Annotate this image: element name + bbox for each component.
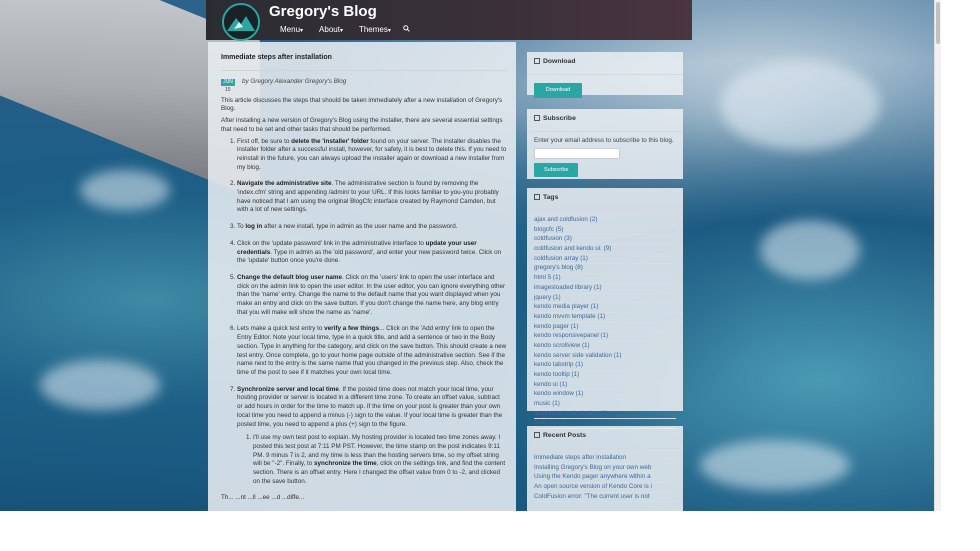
step-emphasis: Change the default blog user name (237, 273, 342, 281)
tag-link[interactable]: kendo scrollview (1) (534, 342, 676, 352)
tag-link[interactable]: gregory's blog (8) (534, 264, 676, 275)
tag-link[interactable]: ajax and coldfusion (2) (534, 216, 676, 226)
step-emphasis: Synchronize server and local time (237, 385, 339, 393)
step-item: Click on the 'update password' link in t… (237, 240, 507, 266)
step-item: First off, be sure to delete the 'instal… (237, 138, 507, 173)
subscribe-button[interactable]: Subscribe (534, 162, 579, 177)
steps-list: First off, be sure to delete the 'instal… (221, 138, 507, 487)
tag-link[interactable]: kendo media player (1) (534, 303, 676, 313)
scrollbar-thumb[interactable] (936, 2, 940, 44)
recent-posts-widget: Recent Posts Immediate steps after insta… (527, 426, 683, 511)
tag-link[interactable]: coldfusion and kendo ui. (9) (534, 245, 676, 255)
tags-widget-title: Tags (543, 194, 559, 201)
caret-down-icon: ▾ (339, 28, 343, 34)
step-text: ... Click on the 'Add entry' link to ope… (237, 325, 507, 376)
nav-about[interactable]: About▾ (311, 25, 351, 39)
trailing-text: Th... ...nt ...ll ...ee ...d ...diffe... (221, 494, 305, 502)
step-emphasis: Navigate the administrative site (237, 180, 332, 188)
tag-link[interactable]: kendo tabstrip (1) (534, 361, 676, 371)
download-button[interactable]: Download (534, 83, 582, 98)
nav-menu-label: Menu (280, 25, 301, 34)
caret-down-icon: ▾ (387, 28, 391, 34)
subscribe-widget: Subscribe Enter your email address to su… (527, 109, 683, 179)
step-item: Lets make a quick test entry to verify a… (237, 325, 507, 377)
subscribe-widget-header: Subscribe (527, 109, 683, 132)
blog-title[interactable]: Gregory's Blog (269, 3, 377, 20)
tag-link[interactable]: kendo tooltip (1) (534, 371, 676, 381)
post-content-panel: Immediate steps after installation JUN 1… (208, 42, 516, 511)
recent-post-link[interactable]: ColdFusion error: "The current user is n… (534, 493, 676, 503)
tags-widget: Tags ajax and coldfusion (2) blogcfc (5) c… (527, 188, 683, 430)
recent-post-link[interactable]: Immediate steps after installation (534, 454, 676, 464)
tag-link[interactable]: coldfusion array (1) (534, 255, 676, 265)
tags-list: ajax and coldfusion (2) blogcfc (5) coldfu… (527, 211, 683, 434)
step-text: Click on the 'update password' link in t… (237, 239, 426, 247)
tag-link[interactable]: kendo mvvm template (1) (534, 313, 676, 323)
step-emphasis: log in (245, 223, 263, 231)
step-text: after a new install, type in admin as th… (262, 223, 458, 231)
sub-step-item: I'll use my own test post to explain. My… (253, 434, 507, 486)
tag-link[interactable]: kendo window (1) (534, 390, 676, 401)
page-scrollbar[interactable] (934, 0, 941, 511)
nav-themes-label: Themes (358, 25, 388, 34)
post-byline: by Gregory Alexander Gregory's Blog (242, 77, 347, 85)
search-icon[interactable] (403, 25, 410, 39)
step-text: Lets make a quick test entry to (237, 325, 325, 333)
step-text: First off, be sure to (237, 137, 292, 145)
post-title[interactable]: Immediate steps after installation (221, 54, 507, 63)
nav-about-label: About (319, 25, 340, 34)
step-item: Synchronize server and local time. If th… (237, 386, 507, 487)
step-emphasis: delete the 'installer' folder (291, 137, 369, 145)
tags-widget-header: Tags (527, 188, 683, 211)
sub-steps-list: I'll use my own test post to explain. My… (237, 434, 507, 486)
nav-menu[interactable]: Menu▾ (272, 25, 311, 39)
tag-link[interactable]: blogcfc (5) (534, 226, 676, 236)
tag-link[interactable]: html 5 (1) (534, 274, 676, 284)
file-download-icon (534, 58, 540, 64)
tag-link[interactable]: responsive web design (1) (534, 410, 676, 420)
subscribe-text: Enter your email address to subscribe to… (534, 137, 674, 144)
divider (221, 69, 507, 71)
newspaper-icon (534, 432, 540, 438)
step-emphasis: synchronize the time (314, 460, 377, 468)
envelope-icon (534, 115, 540, 121)
recent-post-link[interactable]: Using the Kendo pager anywhere within a (534, 473, 676, 484)
recent-post-link[interactable]: An open source version of Kendo Core is … (534, 483, 676, 493)
tag-link[interactable]: imagesloaded library (1) (534, 284, 676, 294)
tag-link[interactable]: kendo responsivepanel (1) (534, 332, 676, 342)
recent-posts-widget-title: Recent Posts (543, 432, 587, 439)
date-day: 15 (225, 86, 231, 93)
post-meta: JUN 15 by Gregory Alexander Gregory's Bl… (221, 77, 507, 97)
step-emphasis: verify a few things (324, 325, 380, 333)
recent-post-link[interactable]: Installing Gregory's Blog on your own we… (534, 464, 676, 474)
date-badge: JUN (221, 78, 235, 86)
intro-paragraph: This article discusses the steps that sh… (221, 96, 503, 113)
tag-link[interactable]: jquery (1) (534, 294, 676, 304)
tag-link[interactable]: kendo pager (1) (534, 323, 676, 333)
step-item: Navigate the administrative site. The ad… (237, 180, 507, 215)
intro-paragraph: After installing a new version of Gregor… (221, 117, 503, 133)
download-widget-title: Download (543, 58, 576, 65)
blog-logo[interactable] (222, 3, 260, 41)
recent-posts-widget-header: Recent Posts (527, 426, 683, 449)
tag-link[interactable]: kendo ui (1) (534, 381, 676, 391)
step-text: . Type in admin as the 'old password', a… (237, 248, 502, 265)
tags-icon (534, 194, 540, 200)
download-widget-header: Download (527, 52, 683, 75)
tag-link[interactable]: coldfusion (3) (534, 235, 676, 246)
tag-link[interactable]: music (1) (534, 400, 676, 410)
step-item: To log in after a new install, type in a… (237, 223, 507, 232)
email-field[interactable] (534, 147, 620, 159)
site-header: Gregory's Blog Menu▾ About▾ Themes▾ (206, 0, 692, 41)
tag-link[interactable]: kendo server side validation (1) (534, 352, 676, 362)
subscribe-widget-title: Subscribe (543, 115, 576, 122)
caret-down-icon: ▾ (300, 28, 304, 34)
download-widget: Download Download (527, 52, 683, 98)
recent-posts-list: Immediate steps after installation Instal… (527, 449, 683, 507)
step-item: Change the default blog user name. Click… (237, 274, 507, 318)
nav-themes[interactable]: Themes▾ (351, 25, 399, 39)
main-nav: Menu▾ About▾ Themes▾ (272, 25, 410, 39)
